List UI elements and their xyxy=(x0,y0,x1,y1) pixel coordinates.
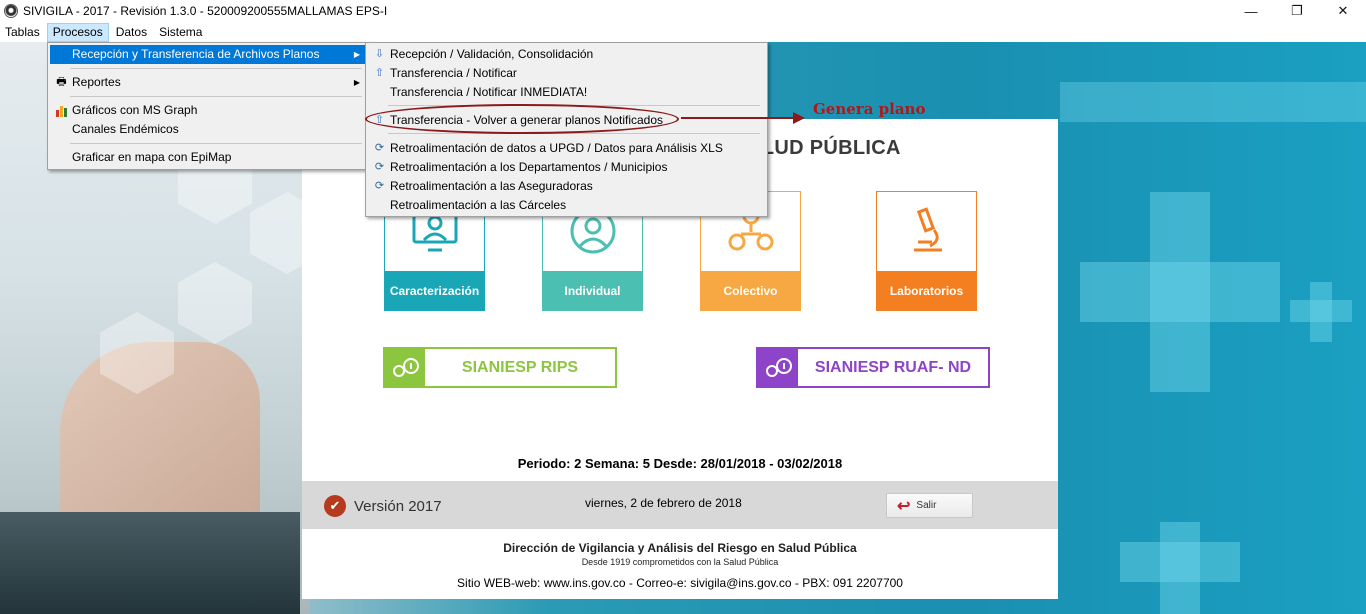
submenu-item-retro-aseguradoras[interactable]: ⟳ Retroalimentación a las Aseguradoras xyxy=(368,177,765,196)
arrow-up-icon: ⇧ xyxy=(374,67,385,79)
annotation-ellipse xyxy=(365,104,679,134)
menu-item-label: Recepción / Validación, Consolidación xyxy=(390,47,594,61)
menu-bar: Tablas Procesos Datos Sistema xyxy=(0,22,1366,42)
menu-item-label: Gráficos con MS Graph xyxy=(72,103,198,117)
salir-label: Salir xyxy=(916,500,937,511)
menu-item-label: Retroalimentación de datos a UPGD / Dato… xyxy=(390,141,723,155)
submenu-item-retro-departamentos[interactable]: ⟳ Retroalimentación a los Departamentos … xyxy=(368,158,765,177)
periodo-text: Periodo: 2 Semana: 5 Desde: 28/01/2018 -… xyxy=(517,456,843,471)
submenu-item-transferencia-notificar[interactable]: ⇧ Transferencia / Notificar xyxy=(368,64,765,83)
submenu-item-retro-upgd[interactable]: ⟳ Retroalimentación de datos a UPGD / Da… xyxy=(368,139,765,158)
window-title: SIVIGILA - 2017 - Revisión 1.3.0 - 52000… xyxy=(23,4,388,18)
menu-datos[interactable]: Datos xyxy=(111,23,152,42)
menu-tablas[interactable]: Tablas xyxy=(0,23,45,42)
sianiesp-ruaf-button[interactable]: SIANIESP RUAF- ND xyxy=(756,347,990,388)
submenu-arrow-icon: ▶ xyxy=(353,78,360,87)
close-icon[interactable]: ✕ xyxy=(1320,0,1366,22)
refresh-icon: ⟳ xyxy=(374,142,385,154)
menu-separator xyxy=(70,68,362,69)
direccion-text: Dirección de Vigilancia y Análisis del R… xyxy=(503,541,857,555)
menu-item-recepcion-transferencia[interactable]: Recepción y Transferencia de Archivos Pl… xyxy=(50,45,366,64)
tile-label: Individual xyxy=(542,271,643,311)
gears-icon xyxy=(385,349,425,386)
exit-arrow-icon: ↩ xyxy=(897,497,911,515)
contact-text: Sitio WEB-web: www.ins.gov.co - Correo-e… xyxy=(457,576,903,590)
version-label: ✔ Versión 2017 xyxy=(324,495,442,517)
printer-icon: 🖶 xyxy=(56,76,67,88)
sianiesp-rips-button[interactable]: SIANIESP RIPS xyxy=(383,347,617,388)
arrow-down-icon: ⇩ xyxy=(374,48,385,60)
annotation-arrow-line xyxy=(681,117,799,119)
title-bar: SIVIGILA - 2017 - Revisión 1.3.0 - 52000… xyxy=(0,0,1366,22)
minimize-icon[interactable]: — xyxy=(1228,0,1274,22)
menu-item-label: Recepción y Transferencia de Archivos Pl… xyxy=(72,47,320,61)
menu-item-label: Transferencia / Notificar xyxy=(390,66,517,80)
version-text: Versión 2017 xyxy=(354,497,442,515)
menu-item-reportes[interactable]: 🖶 Reportes ▶ xyxy=(50,73,366,92)
cross-decoration xyxy=(1080,262,1280,322)
menu-sistema[interactable]: Sistema xyxy=(154,23,207,42)
menu-procesos[interactable]: Procesos xyxy=(46,22,109,42)
tile-label: Laboratorios xyxy=(876,271,977,311)
procesos-menu: Recepción y Transferencia de Archivos Pl… xyxy=(47,42,369,170)
refresh-icon: ⟳ xyxy=(374,161,385,173)
sianiesp-ruaf-label: SIANIESP RUAF- ND xyxy=(814,358,972,376)
refresh-icon: ⟳ xyxy=(374,180,385,192)
gears-icon xyxy=(758,349,798,386)
annotation-arrow-head xyxy=(793,112,805,124)
cross-decoration xyxy=(1290,300,1352,322)
tile-laboratorios[interactable]: Laboratorios xyxy=(876,191,977,311)
bar-chart-icon xyxy=(55,104,68,117)
menu-item-label: Graficar en mapa con EpiMap xyxy=(72,150,232,164)
menu-item-label: Retroalimentación a las Cárceles xyxy=(390,198,567,212)
menu-item-label: Retroalimentación a las Aseguradoras xyxy=(390,179,593,193)
sianiesp-rips-label: SIANIESP RIPS xyxy=(461,358,579,376)
menu-item-canales-endemicos[interactable]: Canales Endémicos xyxy=(50,120,366,139)
menu-item-label: Retroalimentación a los Departamentos / … xyxy=(390,160,668,174)
menu-item-graficos[interactable]: Gráficos con MS Graph xyxy=(50,101,366,120)
app-icon xyxy=(4,4,18,18)
submenu-item-notificar-inmediata[interactable]: Transferencia / Notificar INMEDIATA! xyxy=(368,83,765,102)
footer-bar: ✔ Versión 2017 viernes, 2 de febrero de … xyxy=(302,481,1058,529)
menu-item-label: Canales Endémicos xyxy=(72,122,179,136)
menu-separator xyxy=(70,143,362,144)
submenu-item-retro-carceles[interactable]: Retroalimentación a las Cárceles xyxy=(368,196,765,215)
cross-decoration xyxy=(1060,82,1366,122)
microscope-icon xyxy=(914,207,942,252)
menu-separator xyxy=(70,96,362,97)
check-icon: ✔ xyxy=(324,495,346,517)
background-tablet xyxy=(0,512,300,614)
desde-text: Desde 1919 comprometidos con la Salud Pú… xyxy=(581,557,779,567)
cross-decoration xyxy=(1120,542,1240,582)
annotation-text: Genera plano xyxy=(813,100,926,118)
menu-item-label: Reportes xyxy=(72,75,121,89)
window-controls: — ❐ ✕ xyxy=(1228,0,1366,22)
date-text: viernes, 2 de febrero de 2018 xyxy=(585,496,742,510)
submenu-arrow-icon: ▶ xyxy=(353,50,360,59)
salir-button[interactable]: ↩ Salir xyxy=(886,493,973,518)
submenu-item-recepcion[interactable]: ⇩ Recepción / Validación, Consolidación xyxy=(368,45,765,64)
tile-label: Colectivo xyxy=(700,271,801,311)
menu-item-epimap[interactable]: Graficar en mapa con EpiMap xyxy=(50,148,366,167)
tile-label: Caracterización xyxy=(384,271,485,311)
menu-item-label: Transferencia / Notificar INMEDIATA! xyxy=(390,85,588,99)
restore-icon[interactable]: ❐ xyxy=(1274,0,1320,22)
